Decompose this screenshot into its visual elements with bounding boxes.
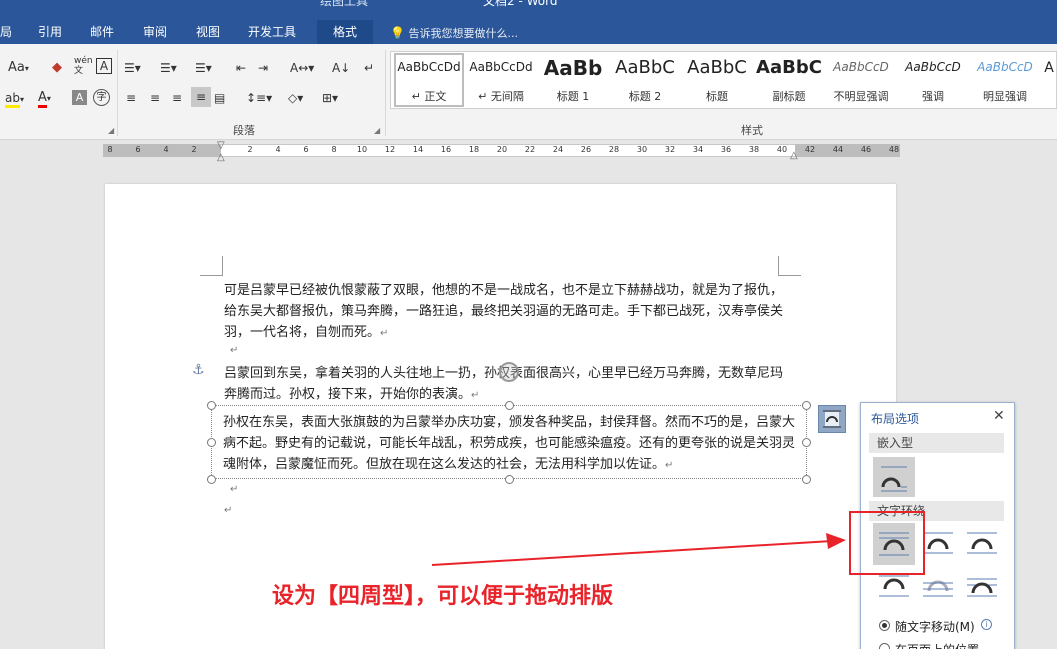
annotation-arrow — [431, 533, 846, 566]
annotation-text: 设为【四周型】，可以便于拖动排版 — [272, 584, 614, 609]
